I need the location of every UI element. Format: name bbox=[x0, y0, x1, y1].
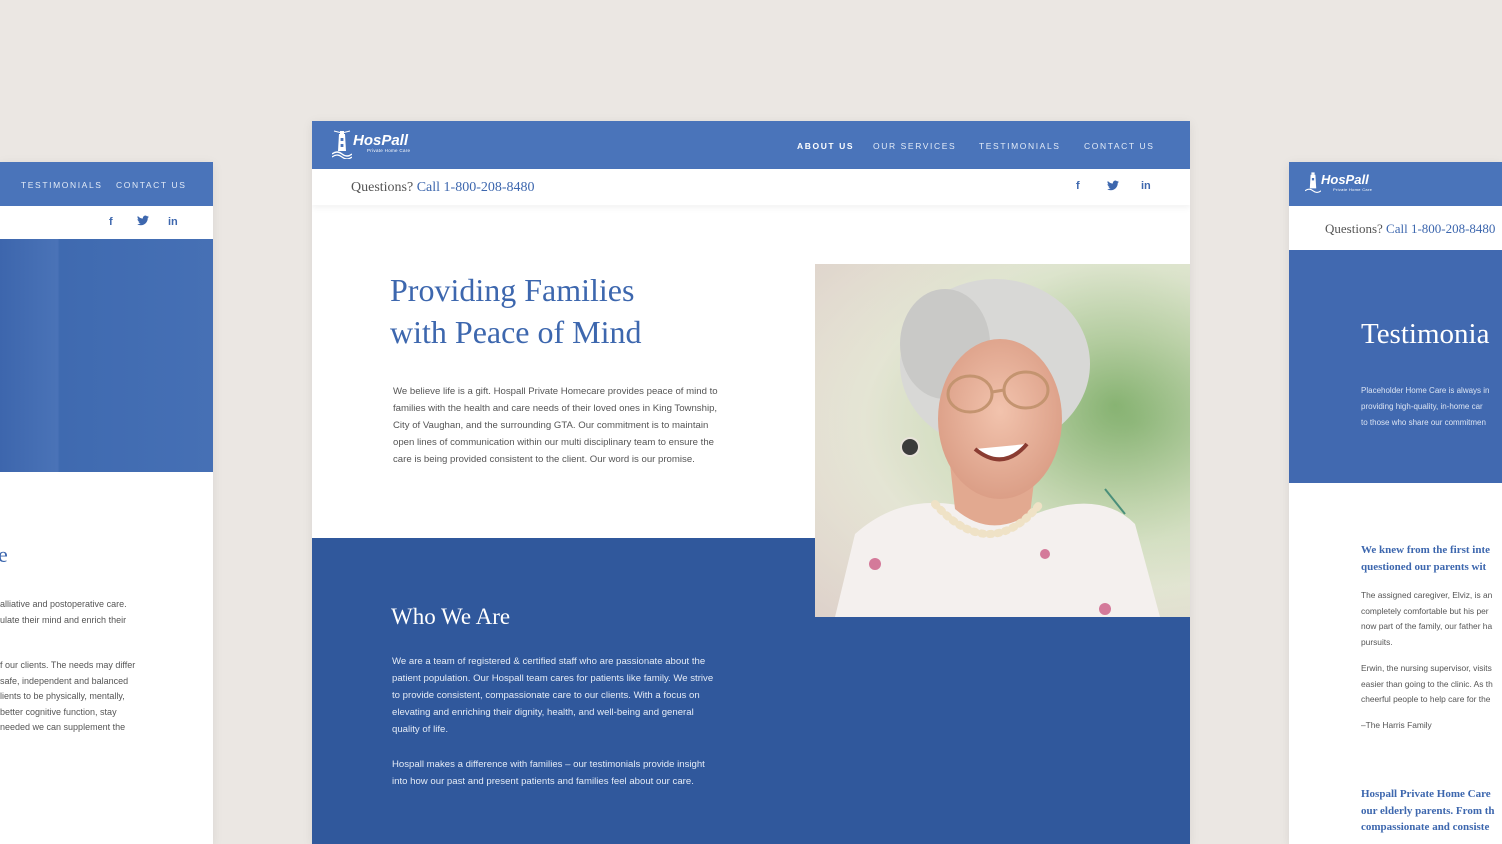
center-page-preview: HosPall Private Home Care About Us Our S… bbox=[312, 121, 1190, 844]
text-line: lients to be physically, mentally, bbox=[0, 691, 125, 702]
text-line: now part of the family, our father ha bbox=[1361, 621, 1493, 632]
hospall-logo[interactable]: HosPall Private Home Care bbox=[332, 127, 410, 159]
text-line: questioned our parents wit bbox=[1361, 561, 1487, 573]
hero-title: Providing Families with Peace of Mind bbox=[390, 269, 642, 353]
lighthouse-icon bbox=[1305, 172, 1321, 193]
text-line: f our clients. The needs may differ bbox=[0, 660, 136, 670]
facebook-icon[interactable]: f bbox=[1076, 180, 1080, 192]
who-we-are-paragraph-1: We are a team of registered & certified … bbox=[392, 656, 714, 735]
call-phone-link[interactable]: Call 1-800-208-8480 bbox=[417, 180, 535, 195]
testimonials-title: Testimonia bbox=[1361, 318, 1490, 350]
left-hero-block bbox=[0, 239, 213, 472]
phone-line: Questions? Call 1-800-208-8480 bbox=[351, 180, 535, 196]
logo-name: HosPall bbox=[353, 131, 409, 149]
logo-name: HosPall bbox=[1321, 171, 1369, 187]
testimonial-2-heading: Hospall Private Home Care our elderly pa… bbox=[1361, 786, 1495, 836]
text-line: better cognitive function, stay bbox=[0, 706, 117, 717]
left-sub-bar: f in bbox=[0, 206, 213, 239]
hospall-logo-right[interactable]: HosPall Private Home Care bbox=[1305, 168, 1372, 196]
questions-label: Questions? bbox=[1325, 221, 1383, 236]
testimonial-1-author: –The Harris Family bbox=[1361, 720, 1432, 730]
text-line: Placeholder Home Care is always in bbox=[1361, 386, 1490, 395]
text-line: easier than going to the clinic. As th bbox=[1361, 678, 1493, 689]
left-paragraph-2: f our clients. The needs may differ safe… bbox=[0, 658, 135, 736]
twitter-icon[interactable] bbox=[137, 215, 149, 229]
left-page-preview: Testimonials Contact Us f in e alliative… bbox=[0, 162, 213, 844]
text-line: alliative and postoperative care. bbox=[0, 599, 127, 609]
linkedin-icon[interactable]: in bbox=[1141, 180, 1151, 192]
lighthouse-icon bbox=[332, 130, 352, 159]
testimonials-hero: Testimonia Placeholder Home Care is alwa… bbox=[1289, 250, 1502, 483]
text-line: to those who share our commitmen bbox=[1361, 418, 1486, 427]
main-nav-bar: HosPall Private Home Care About Us Our S… bbox=[312, 121, 1190, 169]
questions-label: Questions? bbox=[351, 180, 414, 195]
who-we-are-paragraph-2: Hospall makes a difference with families… bbox=[392, 759, 705, 787]
text-line: The assigned caregiver, Elviz, is an bbox=[1361, 590, 1493, 600]
right-page-preview: HosPall Private Home Care Questions? Cal… bbox=[1289, 162, 1502, 844]
text-line: completely comfortable but his per bbox=[1361, 605, 1489, 616]
right-nav-bar: HosPall Private Home Care bbox=[1289, 162, 1502, 206]
testimonial-1-paragraph-1: The assigned caregiver, Elviz, is an com… bbox=[1361, 588, 1492, 651]
text-line: ulate their mind and enrich their bbox=[0, 615, 127, 625]
text-line: our elderly parents. From th bbox=[1361, 804, 1495, 817]
elderly-woman-photo bbox=[815, 264, 1190, 617]
text-line: compassionate and consiste bbox=[1361, 821, 1490, 833]
testimonial-1-paragraph-2: Erwin, the nursing supervisor, visits ea… bbox=[1361, 661, 1493, 708]
text-line: needed we can supplement the bbox=[0, 722, 126, 733]
left-paragraph-1: alliative and postoperative care. ulate … bbox=[0, 596, 127, 628]
hero-title-line: Providing Families bbox=[390, 272, 635, 308]
left-heading-fragment: e bbox=[0, 542, 8, 567]
nav-about-us[interactable]: About Us bbox=[797, 141, 854, 151]
text-line: safe, independent and balanced bbox=[0, 675, 129, 686]
contact-bar: Questions? Call 1-800-208-8480 f in bbox=[312, 169, 1190, 205]
text-line: providing high-quality, in-home car bbox=[1361, 402, 1483, 411]
left-nav-bar: Testimonials Contact Us bbox=[0, 162, 213, 206]
text-line: Erwin, the nursing supervisor, visits bbox=[1361, 663, 1492, 673]
text-line: cheerful people to help care for the bbox=[1361, 694, 1491, 705]
text-line: We knew from the first inte bbox=[1361, 544, 1491, 556]
linkedin-icon[interactable]: in bbox=[168, 216, 178, 228]
left-nav-testimonials[interactable]: Testimonials bbox=[21, 180, 103, 190]
text-line: pursuits. bbox=[1361, 637, 1393, 648]
testimonial-1-heading: We knew from the first inte questioned o… bbox=[1361, 542, 1490, 576]
nav-our-services[interactable]: Our Services bbox=[873, 141, 956, 151]
facebook-icon[interactable]: f bbox=[109, 216, 113, 228]
hero-paragraph: We believe life is a gift. Hospall Priva… bbox=[393, 386, 718, 465]
text-line: Hospall Private Home Care bbox=[1361, 788, 1491, 800]
right-contact-bar: Questions? Call 1-800-208-8480 bbox=[1289, 206, 1502, 250]
nav-testimonials[interactable]: Testimonials bbox=[979, 141, 1061, 151]
twitter-icon[interactable] bbox=[1107, 180, 1119, 194]
logo-tagline: Private Home Care bbox=[1333, 186, 1373, 192]
phone-line: Questions? Call 1-800-208-8480 bbox=[1325, 221, 1495, 237]
who-we-are-title: Who We Are bbox=[391, 604, 511, 629]
nav-contact-us[interactable]: Contact Us bbox=[1084, 141, 1154, 151]
call-phone-link[interactable]: Call 1-800-208-8480 bbox=[1386, 221, 1495, 236]
testimonials-intro: Placeholder Home Care is always in provi… bbox=[1361, 383, 1490, 431]
logo-tagline: Private Home Care bbox=[367, 147, 411, 153]
hero-title-line: with Peace of Mind bbox=[390, 314, 642, 350]
left-nav-contact[interactable]: Contact Us bbox=[116, 180, 186, 190]
